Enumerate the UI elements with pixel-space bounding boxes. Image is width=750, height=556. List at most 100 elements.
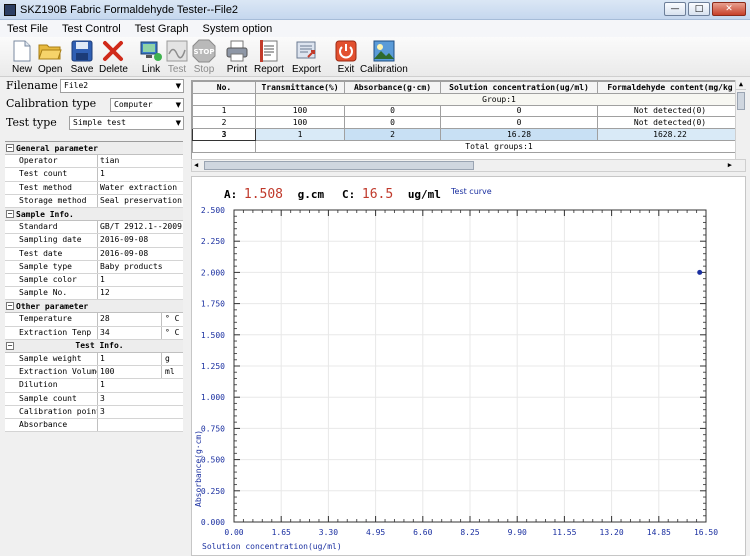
param-value[interactable]: Baby products [98, 261, 183, 273]
param-value[interactable]: 2016-09-08 [98, 248, 183, 260]
param-value[interactable]: 28 [98, 313, 162, 326]
param-row: Sample weight 1 g [5, 353, 183, 367]
param-row: Temperature 28 ° C [5, 313, 183, 327]
table-vertical-scrollbar[interactable]: ▲ [735, 80, 746, 159]
y-tick-label: 0.250 [201, 487, 225, 496]
calibration-type-select[interactable]: Computer ▼ [110, 98, 184, 112]
plot-area: 0.00 1.65 3.30 4.95 6.60 8.25 9.90 11.55 13.20 14… [194, 206, 718, 551]
open-button[interactable]: Open [38, 39, 62, 75]
menu-system-option[interactable]: System option [195, 23, 279, 35]
scroll-thumb[interactable] [737, 92, 745, 110]
toolbar: New Open Save Delete Link Test STOP Stop… [0, 37, 750, 77]
collapse-icon[interactable]: − [6, 210, 14, 219]
menu-test-graph[interactable]: Test Graph [128, 23, 196, 35]
column-header[interactable]: No. [192, 81, 256, 94]
section-header[interactable]: − General parameter [5, 142, 183, 156]
param-value[interactable]: 1 [98, 379, 183, 391]
param-name: Sample weight [14, 353, 98, 366]
param-row: Calibration points 3 [5, 405, 183, 419]
collapse-icon[interactable]: − [6, 144, 14, 153]
param-value[interactable]: Water extraction [98, 182, 183, 194]
print-button[interactable]: Print [225, 39, 249, 75]
total-label: Total groups:1 [255, 139, 743, 153]
param-row: Extraction Volume 100 ml [5, 366, 183, 380]
section-header[interactable]: − Other parameter [5, 300, 183, 314]
new-button[interactable]: New [10, 39, 34, 75]
y-tick-label: 0.750 [201, 424, 225, 433]
scroll-thumb[interactable] [204, 161, 474, 170]
menu-test-file[interactable]: Test File [0, 23, 55, 35]
menu-test-control[interactable]: Test Control [55, 23, 128, 35]
maximize-button[interactable]: □ [688, 2, 710, 16]
data-point [697, 269, 703, 275]
stop-button[interactable]: STOP Stop [192, 39, 216, 75]
section-header[interactable]: − Sample Info. [5, 207, 183, 222]
y-tick-label: 2.000 [201, 268, 225, 277]
param-value[interactable]: Seal preservation [98, 195, 183, 207]
test-type-select[interactable]: Simple test ▼ [69, 116, 184, 130]
y-tick-label: 1.750 [201, 300, 225, 309]
column-header[interactable]: Absorbance(g·cm) [344, 81, 441, 94]
delete-x-icon [101, 39, 125, 63]
link-button[interactable]: Link [139, 39, 163, 75]
param-name: Operator [14, 155, 98, 168]
window-title: SKZ190B Fabric Formaldehyde Tester--File… [20, 3, 239, 16]
param-name: Sampling date [14, 234, 98, 247]
table-cell: 0 [440, 116, 598, 130]
collapse-icon[interactable]: − [6, 302, 14, 311]
save-button[interactable]: Save [70, 39, 94, 75]
param-name: Extraction Volume [14, 366, 98, 379]
table-row[interactable]: 1 100 0 0 Not detected(0) [192, 104, 743, 118]
param-value[interactable]: 1 [98, 168, 183, 180]
table-cell: 2 [192, 116, 256, 130]
column-header[interactable]: Solution concentration(ug/ml) [440, 81, 598, 94]
table-cell: 2 [344, 128, 441, 141]
table-row[interactable]: 2 100 0 0 Not detected(0) [192, 116, 743, 130]
column-header[interactable]: Formaldehyde content(mg/kg [597, 81, 743, 94]
close-button[interactable]: ✕ [712, 2, 746, 16]
scroll-up-icon[interactable]: ▲ [736, 80, 746, 90]
table-row[interactable]: 3 1 2 16.28 1628.22 [192, 128, 743, 141]
column-header[interactable]: Transmittance(%) [255, 81, 345, 94]
exit-button[interactable]: Exit [334, 39, 358, 75]
param-row: Sample count 3 [5, 392, 183, 406]
collapse-icon[interactable]: − [6, 341, 14, 350]
param-name: Extraction Tenp [14, 326, 98, 339]
param-value[interactable]: 34 [98, 326, 162, 339]
param-value[interactable]: tian [98, 155, 183, 167]
section-header[interactable]: − Test Info. [5, 339, 183, 353]
param-value[interactable]: GB/T 2912.1--2009 [98, 221, 183, 233]
x-tick-label: 3.30 [319, 528, 338, 537]
calibration-button[interactable]: Calibration [360, 39, 408, 75]
param-value[interactable]: 3 [98, 393, 183, 405]
param-value[interactable] [98, 419, 183, 431]
scroll-right-icon[interactable]: ▶ [728, 161, 732, 169]
delete-button[interactable]: Delete [99, 39, 128, 75]
table-horizontal-scrollbar[interactable]: ◀ ▶ [191, 159, 746, 172]
table-cell: Not detected(0) [597, 116, 743, 130]
calibration-type-label: Calibration type [6, 97, 97, 110]
report-button[interactable]: Report [254, 39, 284, 75]
param-name: Dilution [14, 379, 98, 392]
param-value[interactable]: 100 [98, 366, 162, 379]
y-tick-label: 1.500 [201, 331, 225, 340]
export-button[interactable]: Export [292, 39, 321, 75]
param-value[interactable]: 12 [98, 287, 183, 299]
param-value[interactable]: 1 [98, 274, 183, 286]
total-row: Total groups:1 [192, 139, 743, 153]
x-tick-label: 6.60 [413, 528, 432, 537]
table-cell: 0 [344, 116, 441, 130]
param-value[interactable]: 1 [98, 353, 162, 366]
scroll-left-icon[interactable]: ◀ [194, 161, 198, 169]
param-unit: ° C [165, 314, 180, 324]
x-tick-label: 14.85 [647, 528, 671, 537]
test-button[interactable]: Test [165, 39, 189, 75]
param-value[interactable]: 2016-09-08 [98, 234, 183, 246]
param-value[interactable]: 3 [98, 406, 183, 418]
export-icon [294, 39, 318, 63]
minimize-button[interactable]: — [664, 2, 686, 16]
param-name: Test method [14, 181, 98, 194]
filename-combo[interactable]: File2 ▼ [60, 79, 184, 93]
param-row: Test date 2016-09-08 [5, 247, 183, 261]
param-name: Sample count [14, 392, 98, 405]
